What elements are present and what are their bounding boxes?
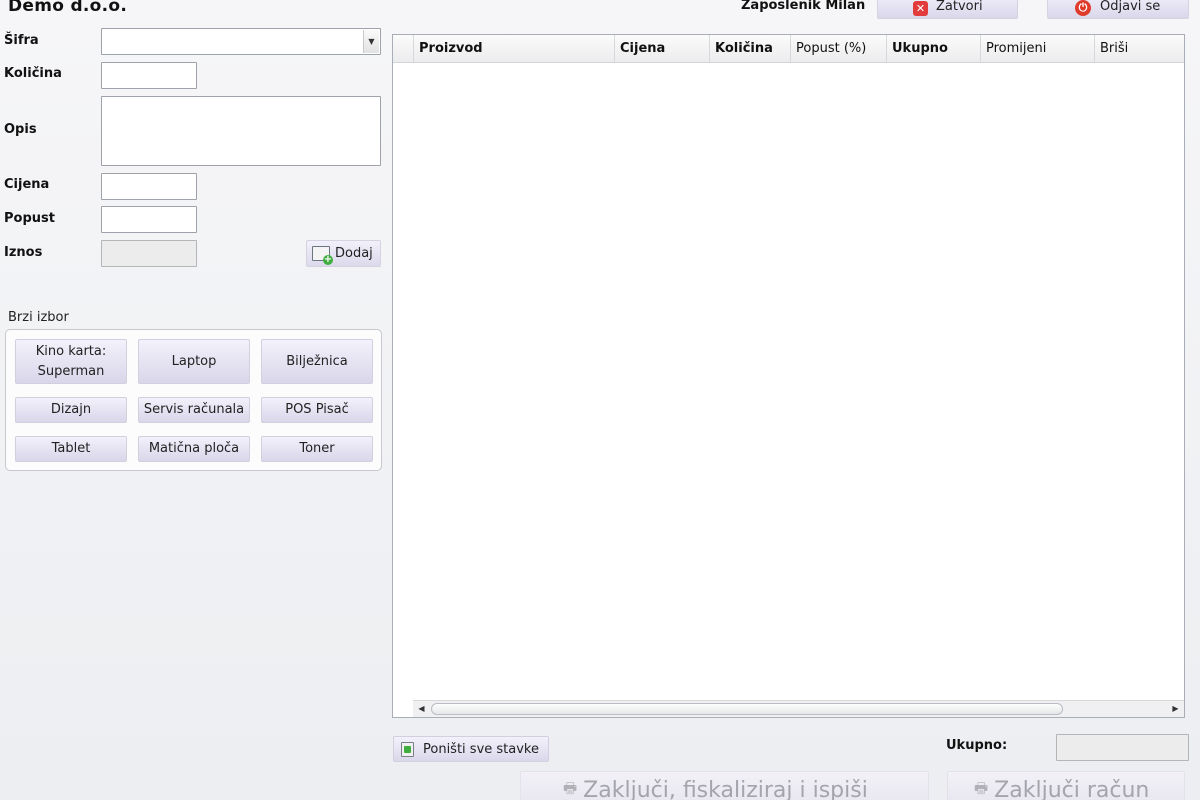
quantity-label: Količina bbox=[4, 66, 62, 81]
quick-item-laptop[interactable]: Laptop bbox=[138, 339, 250, 384]
logout-button[interactable]: ⏻ Odjavi se bbox=[1047, 0, 1189, 19]
scroll-right-icon[interactable]: ▶ bbox=[1167, 701, 1184, 717]
cancel-all-items-label: Poništi sve stavke bbox=[423, 741, 539, 757]
code-combobox[interactable]: ▼ bbox=[101, 28, 381, 55]
code-label: Šifra bbox=[4, 33, 39, 48]
quick-item-pos-pisac[interactable]: POS Pisač bbox=[261, 397, 373, 423]
quick-item-servis-racunala[interactable]: Servis računala bbox=[138, 397, 250, 423]
chevron-down-icon[interactable]: ▼ bbox=[363, 30, 379, 53]
quick-item-maticna-ploca[interactable]: Matična ploča bbox=[138, 436, 250, 462]
printer-icon: 🖶 bbox=[974, 778, 989, 797]
horizontal-scrollbar[interactable]: ◀ ▶ bbox=[413, 700, 1184, 717]
column-header-edit[interactable]: Promijeni bbox=[980, 35, 1095, 62]
total-label: Ukupno: bbox=[946, 738, 1008, 753]
quantity-field[interactable] bbox=[101, 62, 197, 89]
quick-item-biljeznica[interactable]: Bilježnica bbox=[261, 339, 373, 384]
column-header-price[interactable]: Cijena bbox=[614, 35, 709, 62]
quick-select-title: Brzi izbor bbox=[8, 310, 69, 325]
employee-name: Zaposlenik Milan bbox=[741, 0, 866, 13]
quick-item-tablet[interactable]: Tablet bbox=[15, 436, 127, 462]
total-field bbox=[1056, 734, 1189, 761]
finalize-bill-button[interactable]: 🖶 Zaključi račun bbox=[947, 771, 1185, 800]
close-button-label: Zatvori bbox=[936, 0, 983, 14]
scroll-left-icon[interactable]: ◀ bbox=[413, 701, 430, 717]
close-icon: ✕ bbox=[913, 1, 928, 16]
price-label: Cijena bbox=[4, 177, 50, 192]
add-button[interactable]: Dodaj bbox=[306, 240, 381, 267]
quick-item-dizajn[interactable]: Dizajn bbox=[15, 397, 127, 423]
column-header-total[interactable]: Ukupno bbox=[886, 35, 981, 62]
column-header-discount[interactable]: Popust (%) bbox=[790, 35, 887, 62]
scrollbar-thumb[interactable] bbox=[431, 703, 1063, 715]
quick-item-toner[interactable]: Toner bbox=[261, 436, 373, 462]
price-field[interactable] bbox=[101, 173, 197, 200]
printer-icon: 🖶 bbox=[563, 778, 578, 797]
items-grid[interactable]: Proizvod Cijena Količina Popust (%) Ukup… bbox=[392, 34, 1185, 718]
close-button[interactable]: ✕ Zatvori bbox=[877, 0, 1018, 19]
power-icon: ⏻ bbox=[1075, 0, 1091, 16]
add-button-label: Dodaj bbox=[335, 246, 373, 261]
quick-select-panel: Kino karta: Superman Laptop Bilježnica D… bbox=[5, 329, 382, 471]
amount-label: Iznos bbox=[4, 245, 43, 260]
cancel-all-items-button[interactable]: Poništi sve stavke bbox=[393, 736, 549, 762]
column-header-quantity[interactable]: Količina bbox=[709, 35, 790, 62]
quick-item-kino-karta[interactable]: Kino karta: Superman bbox=[15, 339, 127, 384]
grid-header: Proizvod Cijena Količina Popust (%) Ukup… bbox=[393, 35, 1184, 63]
discount-label: Popust bbox=[4, 211, 55, 226]
undo-icon bbox=[401, 742, 414, 757]
finalize-fiscalize-print-label: Zaključi, fiskaliziraj i ispiši bbox=[583, 777, 868, 800]
description-field[interactable] bbox=[101, 96, 381, 166]
discount-field[interactable] bbox=[101, 206, 197, 233]
column-header-delete[interactable]: Briši bbox=[1094, 35, 1184, 62]
amount-field bbox=[101, 240, 197, 267]
finalize-bill-label: Zaključi račun bbox=[994, 777, 1150, 800]
logout-button-label: Odjavi se bbox=[1100, 0, 1161, 14]
column-header-product[interactable]: Proizvod bbox=[413, 35, 615, 62]
company-name: Demo d.o.o. bbox=[8, 0, 128, 16]
finalize-fiscalize-print-button[interactable]: 🖶 Zaključi, fiskaliziraj i ispiši bbox=[520, 771, 929, 800]
description-label: Opis bbox=[4, 122, 37, 137]
add-item-icon bbox=[312, 246, 333, 265]
